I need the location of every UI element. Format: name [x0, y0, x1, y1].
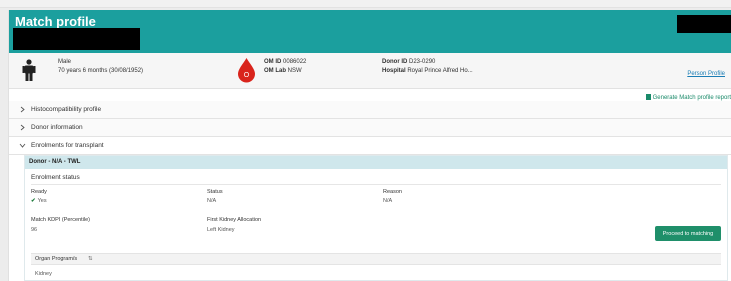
person-profile-link[interactable]: Person Profile: [687, 71, 725, 77]
blood-drop-icon: O: [238, 58, 255, 83]
accordion-label: Enrolments for transplant: [31, 142, 104, 149]
match-profile-page: Match profile Male 70 years 6 months (30…: [8, 10, 731, 281]
donor-hospital: Hospital Royal Prince Alfred Ho...: [382, 68, 473, 74]
allocation-label: First Kidney Allocation: [207, 217, 262, 223]
page-header: Match profile: [9, 10, 731, 53]
redacted-header-info: [677, 15, 731, 33]
status-value: N/A: [207, 198, 217, 204]
patient-sex: Male: [58, 59, 72, 65]
om-id-value: 0086022: [283, 59, 307, 65]
donor-id: Donor ID D23-0290: [382, 59, 435, 65]
enrolment-panel-title: Donor - N/A - TWL: [29, 159, 81, 165]
donor-id-label: Donor ID: [382, 59, 408, 65]
allocation-value: Left Kidney: [207, 227, 235, 233]
ready-value: ✔ Yes: [31, 198, 47, 204]
enrolment-panel: Donor - N/A - TWL Enrolment status Ready…: [24, 155, 728, 281]
om-lab-label: OM Lab: [264, 68, 286, 74]
organ-program-column: Organ Program/s: [35, 256, 78, 262]
table-row: Kidney: [35, 271, 52, 277]
proceed-to-matching-button[interactable]: Proceed to matching: [655, 226, 721, 241]
om-lab: OM Lab NSW: [264, 68, 302, 74]
ready-label: Ready: [31, 189, 47, 195]
om-id-label: OM ID: [264, 59, 282, 65]
patient-age: 70 years 6 months (30/08/1952): [58, 68, 144, 74]
accordion-donor-information[interactable]: Donor information: [9, 119, 731, 137]
enrolment-panel-header: Donor - N/A - TWL: [25, 156, 727, 169]
reason-value: N/A: [383, 198, 393, 204]
document-icon: [645, 94, 651, 100]
sort-icon[interactable]: ⇅: [88, 256, 93, 262]
accordion-label: Histocompatibility profile: [31, 106, 102, 113]
ready-value-text: Yes: [37, 198, 47, 204]
reason-label: Reason: [383, 189, 402, 195]
kdpi-label: Match KDPI (Percentile): [31, 217, 90, 223]
kdpi-value: 96: [31, 227, 38, 233]
accordion-histocompatibility[interactable]: Histocompatibility profile: [9, 101, 731, 119]
om-id: OM ID 0086022: [264, 59, 306, 65]
redacted-patient-name: [13, 28, 140, 50]
person-icon: [22, 59, 36, 81]
blood-group: O: [244, 72, 250, 79]
hospital-value: Royal Prince Alfred Ho...: [407, 68, 473, 74]
chevron-down-icon: [19, 143, 26, 148]
patient-summary-bar: Male 70 years 6 months (30/08/1952) O OM…: [9, 53, 731, 89]
top-strip: [0, 0, 731, 8]
om-lab-value: NSW: [287, 68, 302, 74]
divider: [31, 184, 721, 185]
status-label: Status: [207, 189, 223, 195]
hospital-label: Hospital: [382, 68, 406, 74]
accordion-label: Donor information: [31, 124, 83, 131]
checkmark-icon: ✔: [31, 198, 36, 204]
accordion-enrolments[interactable]: Enrolments for transplant: [9, 137, 731, 155]
chevron-right-icon: [20, 124, 25, 131]
chevron-right-icon: [20, 106, 25, 113]
generate-report-link[interactable]: Generate Match profile report: [645, 94, 731, 101]
enrolment-status-title: Enrolment status: [31, 174, 80, 181]
page-title: Match profile: [15, 14, 96, 29]
donor-id-value: D23-0290: [409, 59, 436, 65]
organ-program-table-header[interactable]: Organ Program/s ⇅: [31, 253, 721, 265]
